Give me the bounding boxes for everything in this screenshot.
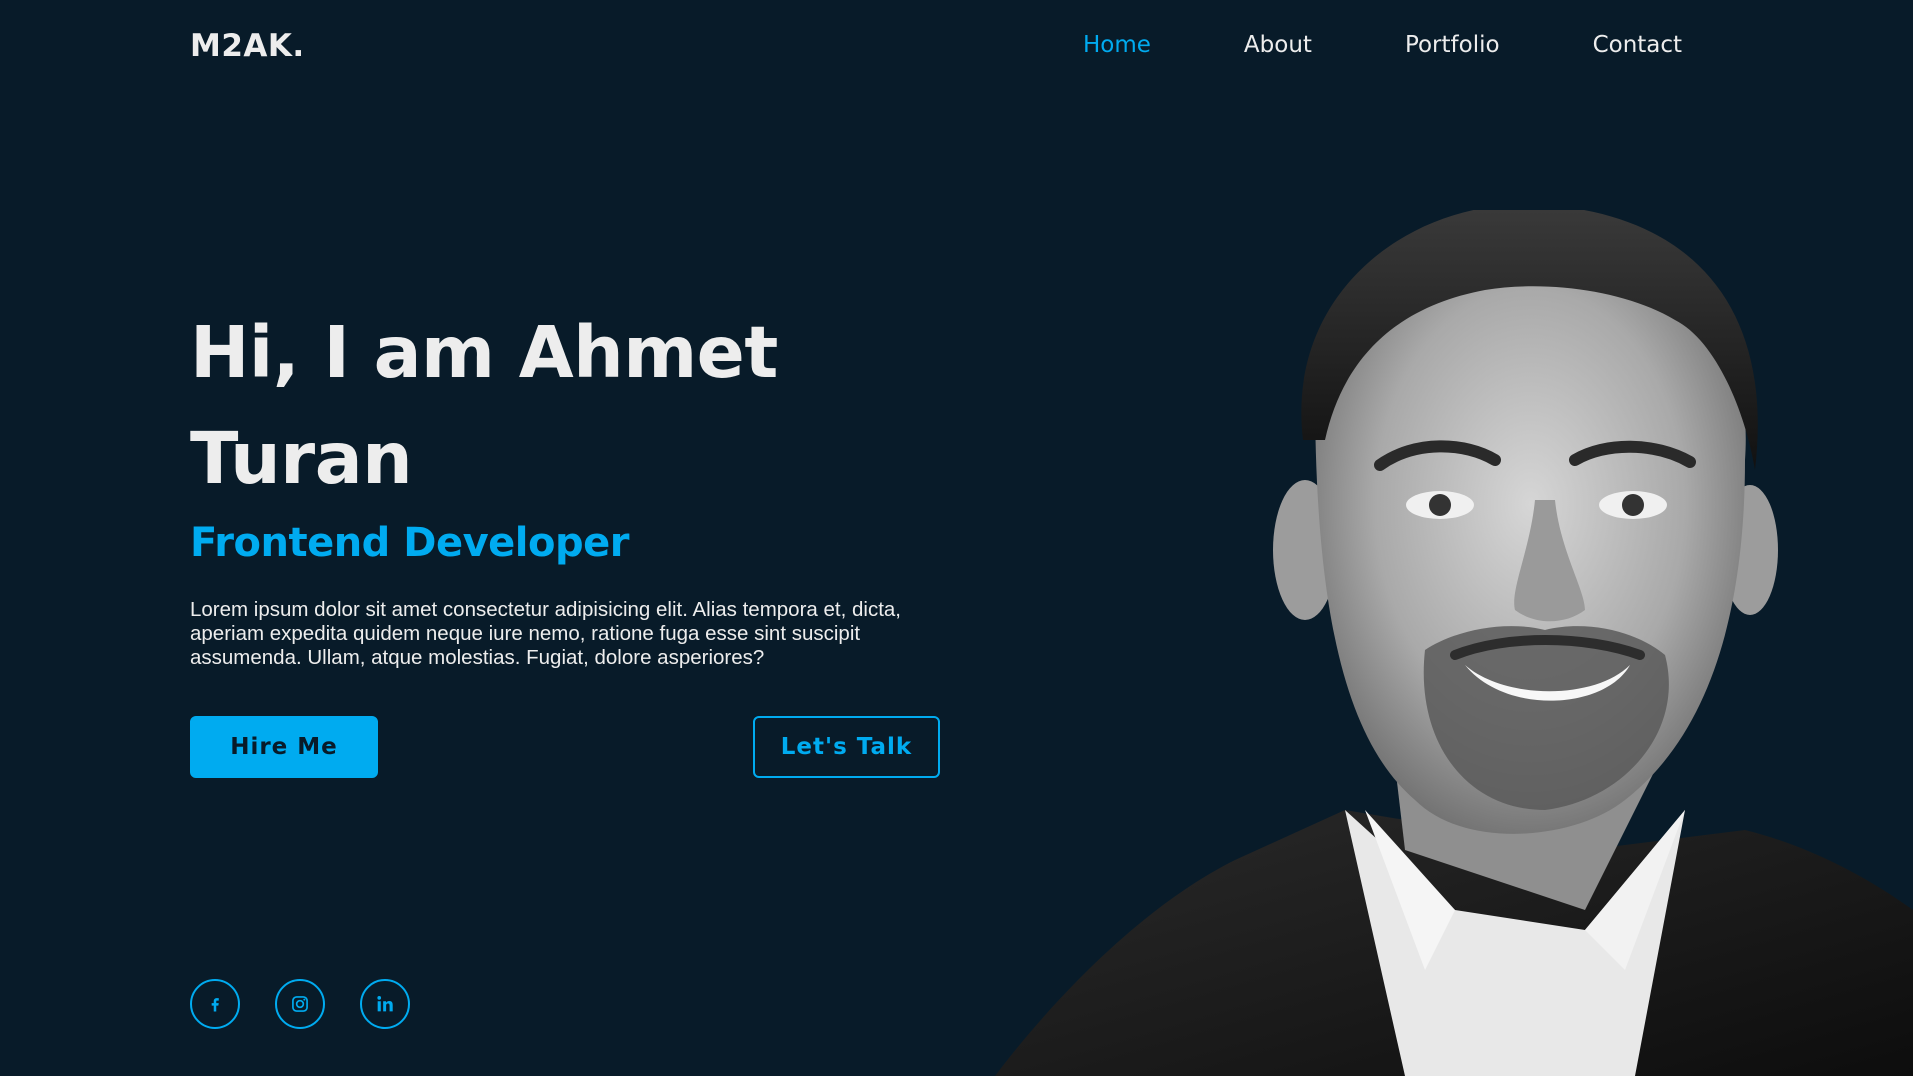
linkedin-link[interactable] xyxy=(360,979,410,1029)
facebook-link[interactable] xyxy=(190,979,240,1029)
nav-portfolio[interactable]: Portfolio xyxy=(1405,32,1500,58)
hero-section: Hi, I am Ahmet Turan Frontend Developer … xyxy=(190,300,950,778)
facebook-icon xyxy=(211,998,219,1012)
hero-subtitle: Frontend Developer xyxy=(190,520,629,566)
portfolio-page: M2AK. Home About Portfolio Contact Hi, I… xyxy=(0,0,1913,1076)
site-header: M2AK. Home About Portfolio Contact xyxy=(0,0,1913,95)
linkedin-icon xyxy=(377,996,393,1012)
hero-buttons: Hire Me Let's Talk xyxy=(190,716,940,778)
profile-photo xyxy=(995,210,1913,1076)
lets-talk-button[interactable]: Let's Talk xyxy=(753,716,940,778)
hire-me-button[interactable]: Hire Me xyxy=(190,716,378,778)
nav-home[interactable]: Home xyxy=(1083,32,1151,58)
hero-description: Lorem ipsum dolor sit amet consectetur a… xyxy=(190,598,901,669)
hero-title: Hi, I am Ahmet Turan xyxy=(190,311,778,500)
nav-contact[interactable]: Contact xyxy=(1593,32,1682,58)
main-nav: Home About Portfolio Contact xyxy=(1083,32,1682,58)
nav-about[interactable]: About xyxy=(1244,32,1312,58)
social-links xyxy=(190,979,410,1029)
instagram-icon xyxy=(292,996,308,1012)
logo[interactable]: M2AK. xyxy=(190,28,305,64)
instagram-link[interactable] xyxy=(275,979,325,1029)
